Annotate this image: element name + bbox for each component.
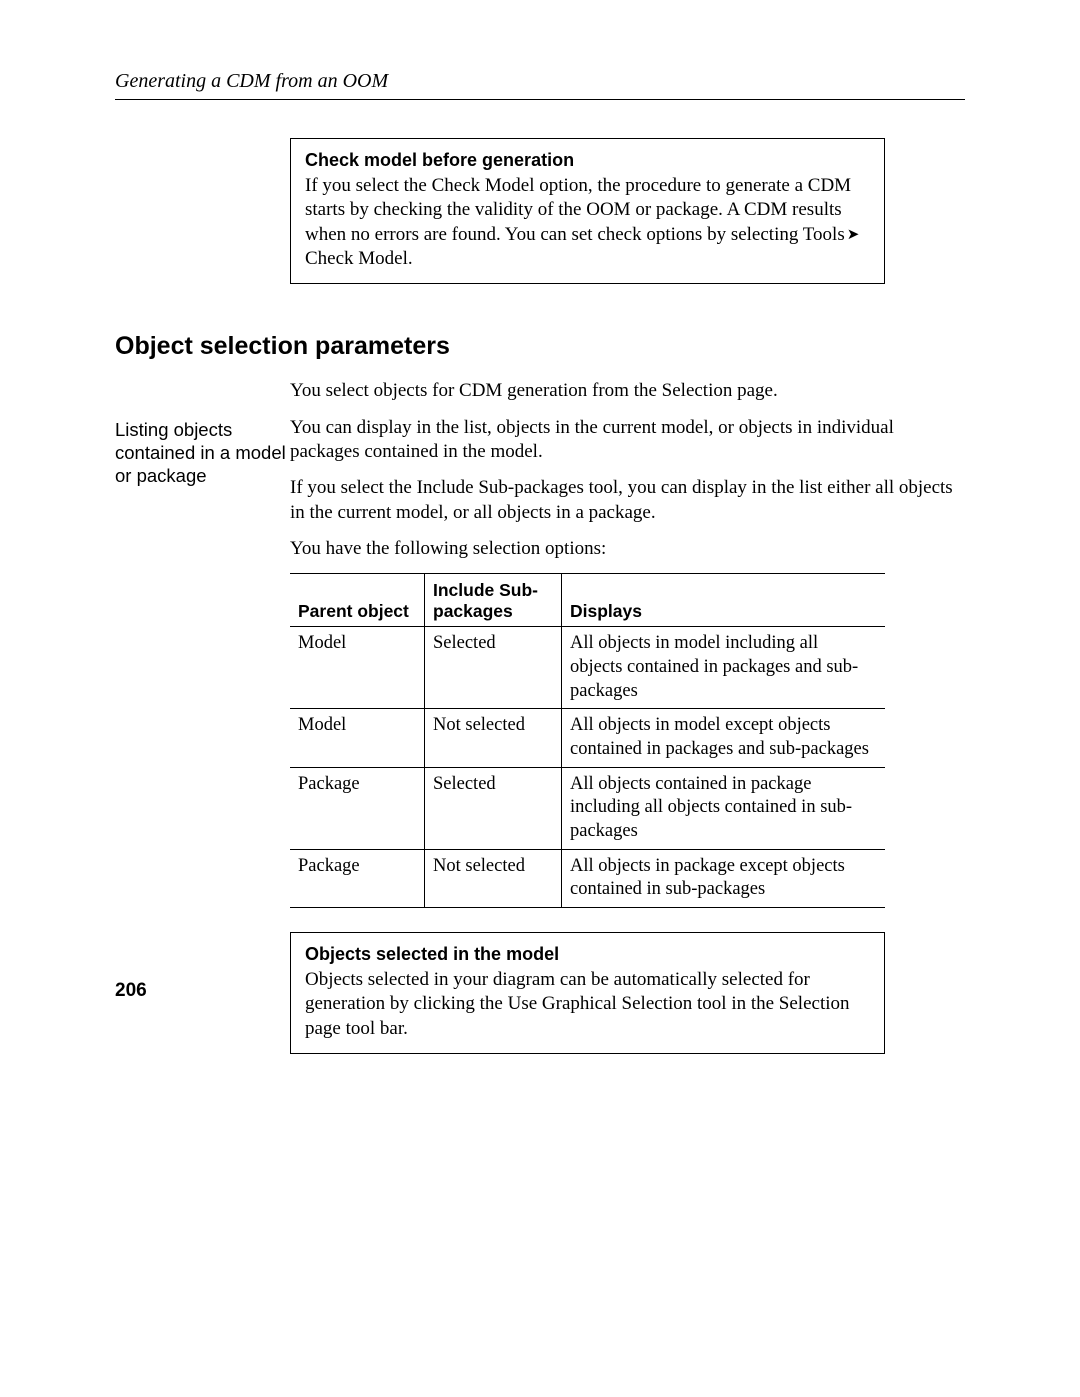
note-body-text-2: Check Model.: [305, 248, 413, 269]
body-paragraph-3: If you select the Include Sub-packages t…: [290, 476, 965, 525]
section-heading: Object selection parameters: [115, 332, 965, 361]
td-include: Selected: [425, 767, 562, 849]
page-number: 206: [115, 980, 147, 1002]
th-parent-object: Parent object: [290, 574, 425, 627]
th-displays: Displays: [562, 574, 886, 627]
note-box-title-2: Objects selected in the model: [305, 943, 870, 966]
td-displays: All objects in package except objects co…: [562, 849, 886, 907]
td-parent: Package: [290, 767, 425, 849]
note-body-text-1: If you select the Check Model option, th…: [305, 175, 851, 245]
side-paragraph-row: Listing objects contained in a model or …: [115, 416, 965, 574]
margin-label: Listing objects contained in a model or …: [115, 416, 290, 487]
td-include: Not selected: [425, 849, 562, 907]
menu-arrow-icon: ➤: [845, 226, 862, 245]
th-include-subpackages: Include Sub-packages: [425, 574, 562, 627]
td-include: Not selected: [425, 709, 562, 767]
td-parent: Model: [290, 627, 425, 709]
td-displays: All objects contained in package includi…: [562, 767, 886, 849]
selection-options-table: Parent object Include Sub-packages Displ…: [290, 573, 885, 908]
note-box-check-model: Check model before generation If you sel…: [290, 138, 885, 284]
intro-paragraph: You select objects for CDM generation fr…: [290, 379, 965, 403]
page-container: Generating a CDM from an OOM Check model…: [0, 0, 1080, 1397]
table-row: Package Not selected All objects in pack…: [290, 849, 885, 907]
td-parent: Package: [290, 849, 425, 907]
table-row: Model Not selected All objects in model …: [290, 709, 885, 767]
td-displays: All objects in model except objects cont…: [562, 709, 886, 767]
td-include: Selected: [425, 627, 562, 709]
note-box-objects-selected: Objects selected in the model Objects se…: [290, 932, 885, 1054]
table-row: Model Selected All objects in model incl…: [290, 627, 885, 709]
note-box-title: Check model before generation: [305, 149, 870, 172]
td-displays: All objects in model including all objec…: [562, 627, 886, 709]
table-header-row: Parent object Include Sub-packages Displ…: [290, 574, 885, 627]
body-paragraph-2: You can display in the list, objects in …: [290, 416, 965, 465]
body-paragraph-4: You have the following selection options…: [290, 537, 965, 561]
table-row: Package Selected All objects contained i…: [290, 767, 885, 849]
note-box-body: If you select the Check Model option, th…: [305, 174, 870, 271]
running-head: Generating a CDM from an OOM: [115, 70, 965, 100]
note-box-body-2: Objects selected in your diagram can be …: [305, 968, 870, 1041]
td-parent: Model: [290, 709, 425, 767]
